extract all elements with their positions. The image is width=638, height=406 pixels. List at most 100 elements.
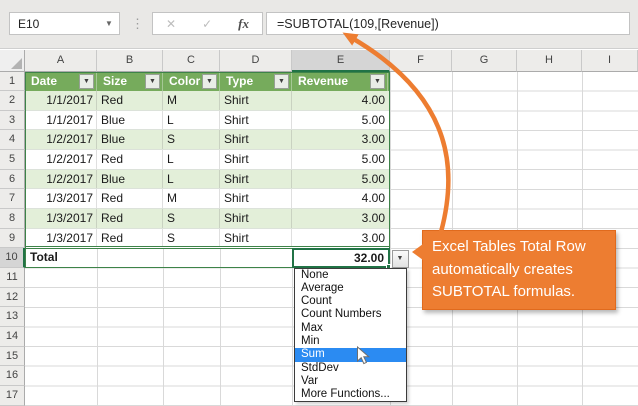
cell-a9[interactable]: 1/3/2017 xyxy=(25,229,97,248)
table-header-type: Type▼ xyxy=(220,72,292,92)
cell-a8[interactable]: 1/3/2017 xyxy=(25,209,97,228)
row-header-7[interactable]: 7 xyxy=(0,189,25,209)
menu-item-count-numbers[interactable]: Count Numbers xyxy=(295,308,406,321)
cell-c4[interactable]: S xyxy=(163,130,220,149)
filter-dropdown-icon[interactable]: ▼ xyxy=(370,74,385,89)
name-box-dropdown-icon[interactable]: ▼ xyxy=(99,19,119,28)
cell-b9[interactable]: Red xyxy=(97,229,163,248)
menu-item-var[interactable]: Var xyxy=(295,375,406,388)
cell-e5[interactable]: 5.00 xyxy=(292,150,388,169)
row-header-15[interactable]: 15 xyxy=(0,347,25,367)
cell-c6[interactable]: L xyxy=(163,170,220,189)
menu-item-count[interactable]: Count xyxy=(295,295,406,308)
cell-b7[interactable]: Red xyxy=(97,189,163,208)
name-box-value: E10 xyxy=(10,17,99,31)
column-header-c[interactable]: C xyxy=(163,50,220,72)
row-header-9[interactable]: 9 xyxy=(0,229,25,249)
cell-d3[interactable]: Shirt xyxy=(220,111,292,130)
cell-e7[interactable]: 4.00 xyxy=(292,189,388,208)
select-all-triangle-icon xyxy=(11,58,22,69)
filter-dropdown-icon[interactable]: ▼ xyxy=(145,74,160,89)
cell-c9[interactable]: S xyxy=(163,229,220,248)
name-box[interactable]: E10 ▼ xyxy=(9,12,120,35)
cell-b8[interactable]: Red xyxy=(97,209,163,228)
total-function-menu: NoneAverageCountCount NumbersMaxMinSumSt… xyxy=(294,268,407,403)
row-header-12[interactable]: 12 xyxy=(0,288,25,308)
cell-d9[interactable]: Shirt xyxy=(220,229,292,248)
row-header-8[interactable]: 8 xyxy=(0,209,25,229)
row-header-17[interactable]: 17 xyxy=(0,386,25,406)
cell-a5[interactable]: 1/2/2017 xyxy=(25,150,97,169)
cell-c3[interactable]: L xyxy=(163,111,220,130)
callout-box: Excel Tables Total Row automatically cre… xyxy=(422,230,616,310)
total-cell-a10[interactable]: Total xyxy=(26,249,98,267)
menu-item-none[interactable]: None xyxy=(295,269,406,282)
row-header-2[interactable]: 2 xyxy=(0,91,25,111)
cell-c7[interactable]: M xyxy=(163,189,220,208)
cell-a4[interactable]: 1/2/2017 xyxy=(25,130,97,149)
insert-function-icon[interactable]: fx xyxy=(238,16,249,32)
row-header-16[interactable]: 16 xyxy=(0,366,25,386)
menu-item-max[interactable]: Max xyxy=(295,322,406,335)
menu-item-more-functions[interactable]: More Functions... xyxy=(295,388,406,401)
column-header-b[interactable]: B xyxy=(97,50,163,72)
column-header-i[interactable]: I xyxy=(582,50,638,72)
total-cell-b10[interactable] xyxy=(98,249,164,267)
cell-e3[interactable]: 5.00 xyxy=(292,111,388,130)
cancel-icon[interactable]: ✕ xyxy=(166,17,176,31)
row-header-10[interactable]: 10 xyxy=(0,248,25,268)
select-all-corner[interactable] xyxy=(0,50,25,72)
cell-a2[interactable]: 1/1/2017 xyxy=(25,91,97,110)
row-header-5[interactable]: 5 xyxy=(0,150,25,170)
row-header-6[interactable]: 6 xyxy=(0,170,25,190)
filter-dropdown-icon[interactable]: ▼ xyxy=(202,74,217,89)
cell-b5[interactable]: Red xyxy=(97,150,163,169)
row-header-14[interactable]: 14 xyxy=(0,327,25,347)
cell-e9[interactable]: 3.00 xyxy=(292,229,388,248)
column-header-g[interactable]: G xyxy=(452,50,517,72)
cell-d5[interactable]: Shirt xyxy=(220,150,292,169)
column-header-a[interactable]: A xyxy=(25,50,97,72)
cell-e6[interactable]: 5.00 xyxy=(292,170,388,189)
row-header-4[interactable]: 4 xyxy=(0,130,25,150)
formula-input[interactable]: =SUBTOTAL(109,[Revenue]) xyxy=(266,12,630,35)
cell-b4[interactable]: Blue xyxy=(97,130,163,149)
total-cell-d10[interactable] xyxy=(221,249,293,267)
column-header-h[interactable]: H xyxy=(517,50,582,72)
row-header-13[interactable]: 13 xyxy=(0,307,25,327)
cell-b2[interactable]: Red xyxy=(97,91,163,110)
callout-text: Excel Tables Total Row automatically cre… xyxy=(432,238,586,300)
row-header-1[interactable]: 1 xyxy=(0,72,25,92)
cell-e8[interactable]: 3.00 xyxy=(292,209,388,228)
cell-c2[interactable]: M xyxy=(163,91,220,110)
cell-e4[interactable]: 3.00 xyxy=(292,130,388,149)
total-cell-c10[interactable] xyxy=(164,249,221,267)
cell-e2[interactable]: 4.00 xyxy=(292,91,388,110)
cell-a7[interactable]: 1/3/2017 xyxy=(25,189,97,208)
menu-item-average[interactable]: Average xyxy=(295,282,406,295)
selected-cell-e10[interactable]: 32.00 xyxy=(292,248,390,268)
cell-b6[interactable]: Blue xyxy=(97,170,163,189)
cell-c5[interactable]: L xyxy=(163,150,220,169)
cell-a3[interactable]: 1/1/2017 xyxy=(25,111,97,130)
filter-dropdown-icon[interactable]: ▼ xyxy=(274,74,289,89)
menu-item-min[interactable]: Min xyxy=(295,335,406,348)
row-header-3[interactable]: 3 xyxy=(0,111,25,131)
column-header-e[interactable]: E xyxy=(292,50,390,72)
total-row-dropdown-button[interactable]: ▼ xyxy=(392,250,409,268)
cell-d8[interactable]: Shirt xyxy=(220,209,292,228)
column-header-d[interactable]: D xyxy=(220,50,292,72)
enter-icon[interactable]: ✓ xyxy=(202,17,212,31)
column-header-f[interactable]: F xyxy=(390,50,452,72)
menu-item-stddev[interactable]: StdDev xyxy=(295,362,406,375)
row-header-11[interactable]: 11 xyxy=(0,268,25,288)
menu-item-sum[interactable]: Sum xyxy=(295,348,406,361)
cell-c8[interactable]: S xyxy=(163,209,220,228)
cell-d2[interactable]: Shirt xyxy=(220,91,292,110)
cell-d6[interactable]: Shirt xyxy=(220,170,292,189)
cell-b3[interactable]: Blue xyxy=(97,111,163,130)
cell-d7[interactable]: Shirt xyxy=(220,189,292,208)
cell-a6[interactable]: 1/2/2017 xyxy=(25,170,97,189)
filter-dropdown-icon[interactable]: ▼ xyxy=(79,74,94,89)
cell-d4[interactable]: Shirt xyxy=(220,130,292,149)
